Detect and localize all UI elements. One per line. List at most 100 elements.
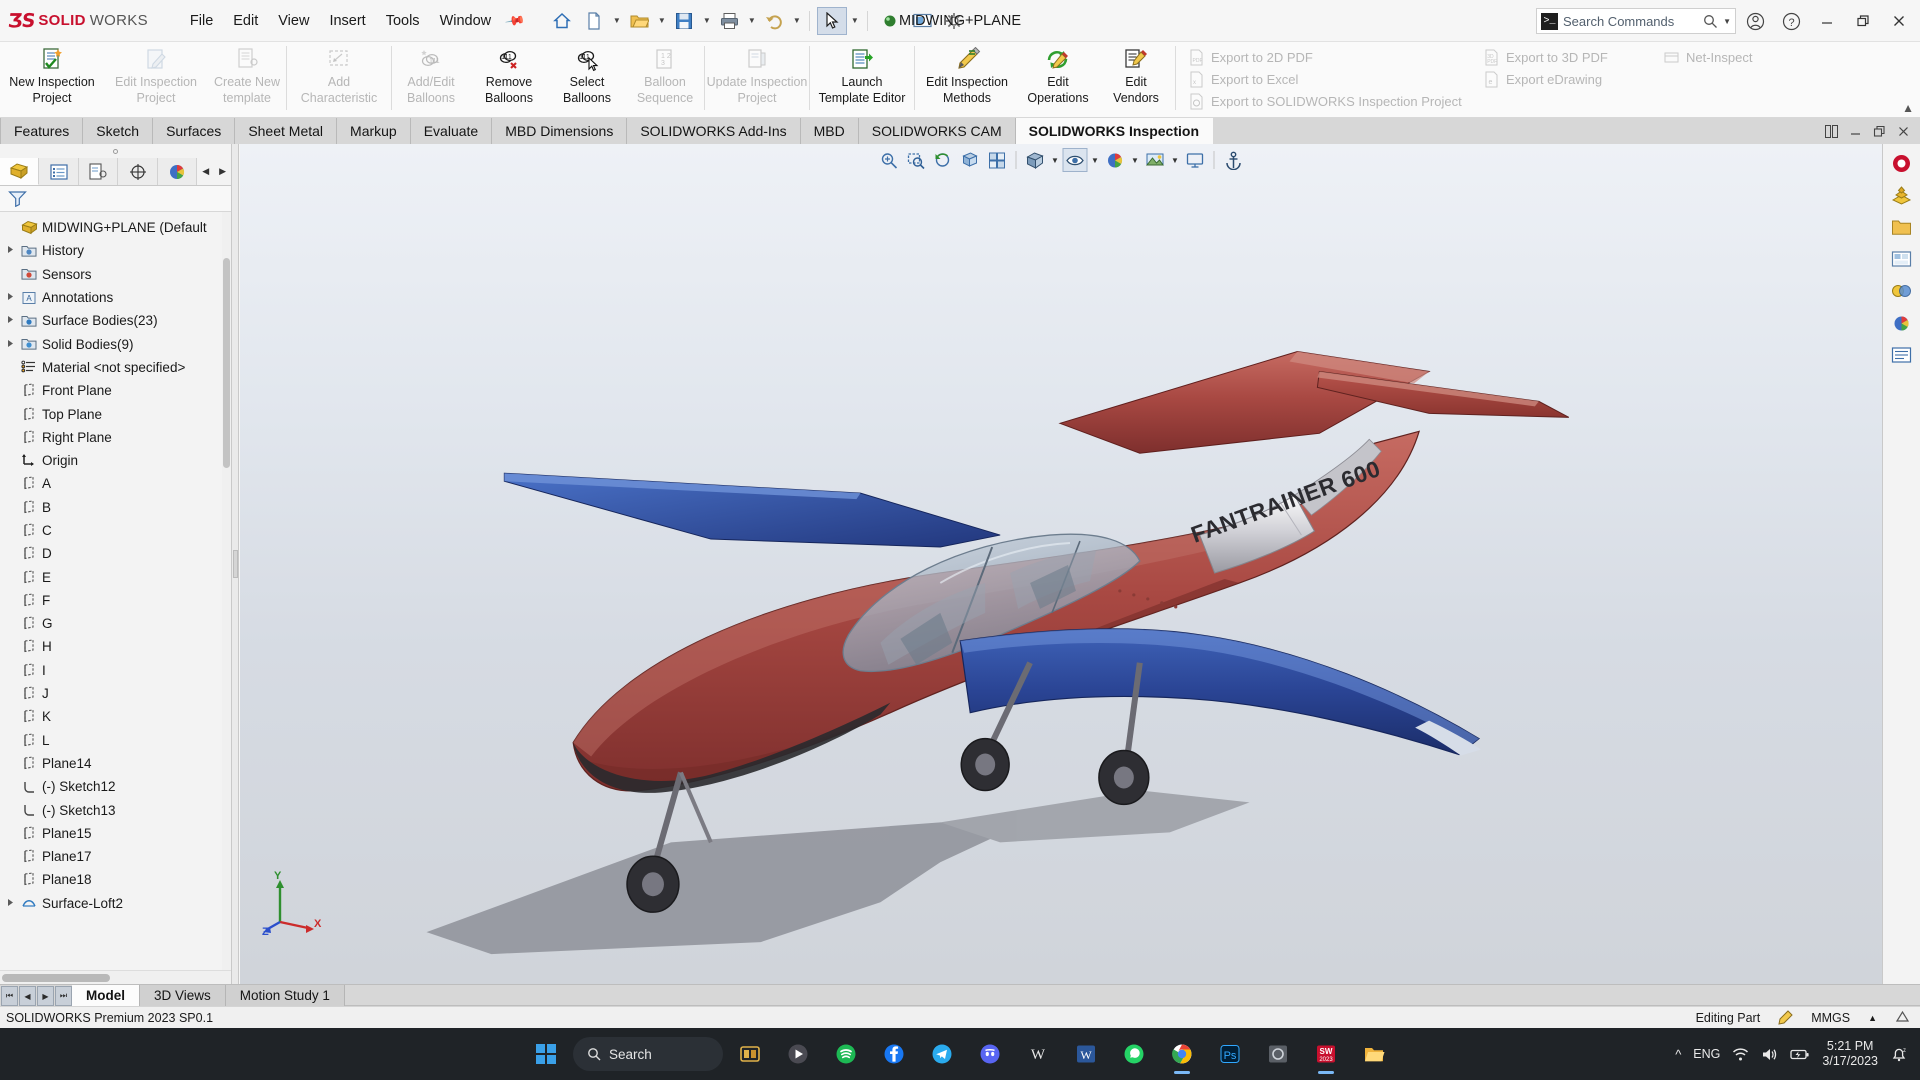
section-view-icon[interactable] — [958, 148, 983, 172]
tab-solidworks-cam[interactable]: SOLIDWORKS CAM — [858, 118, 1016, 144]
tree-item[interactable]: Top Plane — [0, 402, 231, 425]
minimize-doc-icon[interactable] — [1844, 120, 1866, 142]
expand-arrow-icon[interactable] — [2, 898, 19, 909]
chevron-right-icon[interactable]: ▶ — [214, 158, 231, 185]
media-player-icon[interactable] — [777, 1033, 819, 1075]
doc-tab-model[interactable]: Model — [72, 985, 140, 1006]
edit-appearance-icon[interactable] — [1103, 148, 1128, 172]
feature-manager-tab[interactable] — [0, 158, 40, 185]
search-input[interactable]: Search Commands — [1563, 14, 1698, 29]
battery-charging-icon[interactable] — [1790, 1047, 1810, 1062]
panel-drag-handle[interactable] — [0, 144, 231, 158]
tree-item[interactable]: J — [0, 682, 231, 705]
appearances-scenes-icon[interactable] — [1886, 276, 1918, 306]
close-icon[interactable] — [1882, 0, 1916, 42]
windows-start-icon[interactable] — [525, 1033, 567, 1075]
tree-item[interactable]: L — [0, 729, 231, 752]
speaker-icon[interactable] — [1761, 1047, 1778, 1062]
tree-hscroll-thumb[interactable] — [2, 974, 110, 982]
restore-icon[interactable] — [1846, 0, 1880, 42]
property-manager-tab[interactable] — [39, 158, 79, 185]
status-chevron-up-icon[interactable]: ▲ — [1868, 1013, 1877, 1023]
notification-bell-icon[interactable]: z — [1890, 1045, 1908, 1063]
design-library-icon[interactable] — [1886, 180, 1918, 210]
file-explorer-icon[interactable] — [1886, 212, 1918, 242]
tile-windows-icon[interactable] — [1820, 120, 1842, 142]
tab-surfaces[interactable]: Surfaces — [153, 118, 236, 144]
tree-item[interactable]: Solid Bodies(9) — [0, 332, 231, 355]
file-explorer-icon[interactable] — [1353, 1033, 1395, 1075]
tab-markup[interactable]: Markup — [337, 118, 411, 144]
tree-item[interactable]: C — [0, 519, 231, 542]
tree-item[interactable]: I — [0, 659, 231, 682]
display-manager-tab[interactable] — [157, 158, 198, 185]
tree-item[interactable]: Material <not specified> — [0, 356, 231, 379]
photoshop-icon[interactable]: Ps — [1209, 1033, 1251, 1075]
search-commands-box[interactable]: >_ Search Commands ▼ — [1536, 8, 1736, 34]
tree-item[interactable]: (-) Sketch12 — [0, 775, 231, 798]
tree-item[interactable]: Surface-Loft2 — [0, 892, 231, 915]
discord-icon[interactable] — [969, 1033, 1011, 1075]
tree-item[interactable]: (-) Sketch13 — [0, 798, 231, 821]
tab-sketch[interactable]: Sketch — [83, 118, 154, 144]
zoom-to-area-icon[interactable] — [904, 148, 929, 172]
solidworks-resources-icon[interactable] — [1886, 148, 1918, 178]
previous-view-icon[interactable] — [931, 148, 956, 172]
help-question-icon[interactable]: ? — [1774, 0, 1808, 42]
first-icon[interactable]: ⏮ — [1, 986, 18, 1006]
tab-mbd-dimensions[interactable]: MBD Dimensions — [492, 118, 628, 144]
edit-vendors-button[interactable]: Edit Vendors — [1097, 42, 1175, 114]
tree-item[interactable]: G — [0, 612, 231, 635]
tab-solidworks-inspection[interactable]: SOLIDWORKS Inspection — [1015, 118, 1213, 144]
right-wing[interactable] — [959, 628, 1481, 756]
tree-horizontal-scrollbar[interactable] — [0, 970, 231, 984]
expand-arrow-icon[interactable] — [2, 245, 19, 256]
tree-item[interactable]: Surface Bodies(23) — [0, 309, 231, 332]
taskbar-search-box[interactable]: Search — [573, 1037, 723, 1071]
tree-item[interactable]: A Annotations — [0, 286, 231, 309]
wikipedia-icon[interactable]: W — [1017, 1033, 1059, 1075]
tree-item[interactable]: D — [0, 542, 231, 565]
ribbon-collapse-button[interactable]: ▲ — [1902, 101, 1914, 115]
dimxpert-manager-tab[interactable] — [118, 158, 158, 185]
tree-item[interactable]: Origin — [0, 449, 231, 472]
telegram-icon[interactable] — [921, 1033, 963, 1075]
chrome-icon[interactable] — [1161, 1033, 1203, 1075]
anchor-icon[interactable] — [1221, 148, 1246, 172]
minimize-icon[interactable] — [1810, 0, 1844, 42]
tray-language-label[interactable]: ENG — [1693, 1047, 1720, 1061]
configuration-manager-tab[interactable] — [78, 158, 119, 185]
tree-vertical-scrollbar[interactable] — [222, 212, 231, 970]
unknown-app-icon[interactable] — [1257, 1033, 1299, 1075]
view-settings-icon[interactable] — [1183, 148, 1208, 172]
tree-item[interactable]: F — [0, 589, 231, 612]
solidworks-icon[interactable]: SW 2023 — [1305, 1033, 1347, 1075]
magnifier-icon[interactable] — [1703, 14, 1718, 29]
tab-sheet-metal[interactable]: Sheet Metal — [235, 118, 338, 144]
tree-item[interactable]: A — [0, 472, 231, 495]
whatsapp-icon[interactable] — [1113, 1033, 1155, 1075]
previous-icon[interactable]: ◀ — [19, 986, 36, 1006]
tree-item[interactable]: K — [0, 705, 231, 728]
tab-mbd[interactable]: MBD — [800, 118, 859, 144]
splitter-grip[interactable] — [233, 550, 238, 578]
tree-item[interactable]: Plane17 — [0, 845, 231, 868]
word-icon[interactable]: W — [1065, 1033, 1107, 1075]
aircraft-3d-model[interactable]: FANTRAINER 600 — [240, 144, 1882, 984]
wifi-icon[interactable] — [1732, 1047, 1749, 1062]
panel-splitter[interactable] — [232, 144, 239, 984]
remove-balloons-button[interactable]: 111 Remove Balloons — [470, 42, 548, 114]
tree-item[interactable]: B — [0, 496, 231, 519]
vertical-tail-fin[interactable] — [1058, 350, 1431, 454]
custom-properties-icon[interactable] — [1886, 308, 1918, 338]
search-dropdown-caret-icon[interactable]: ▼ — [1723, 17, 1731, 26]
last-icon[interactable]: ⏭ — [55, 986, 72, 1006]
select-balloons-button[interactable]: 111 Select Balloons — [548, 42, 626, 114]
launch-template-editor-button[interactable]: Launch Template Editor — [810, 42, 914, 114]
chevron-left-icon[interactable]: ◀ — [197, 158, 214, 185]
apply-scene-caret-icon[interactable]: ▼ — [1170, 156, 1181, 165]
feature-tree-filter[interactable] — [0, 186, 231, 212]
hide-show-items-icon[interactable] — [1062, 148, 1088, 172]
solidworks-forum-icon[interactable] — [1886, 340, 1918, 370]
view-palette-icon[interactable] — [1886, 244, 1918, 274]
